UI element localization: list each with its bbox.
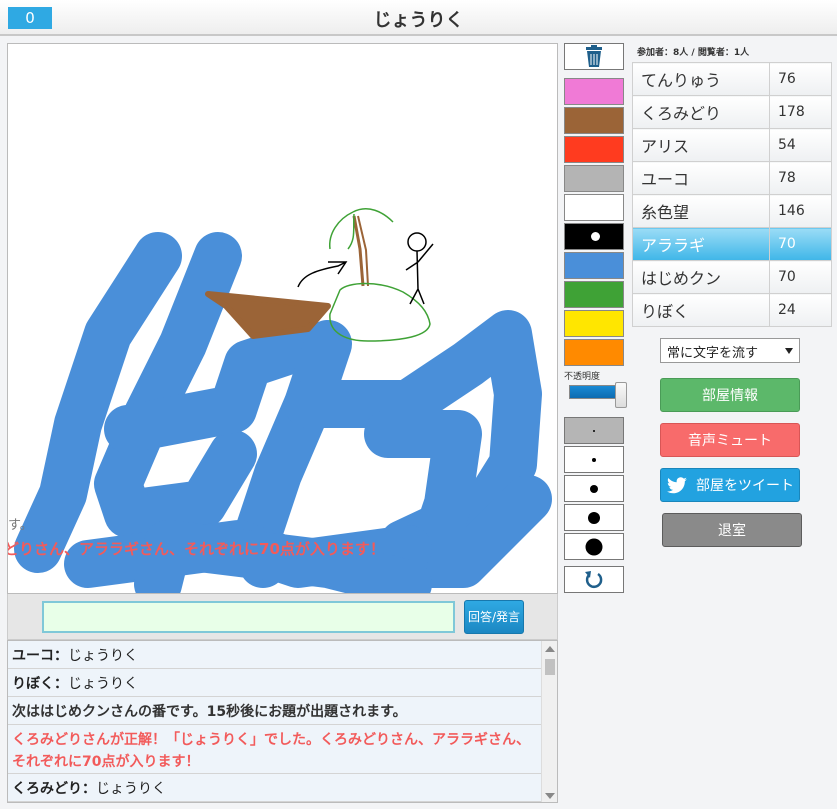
player-name: てんりゅう xyxy=(632,62,770,96)
participants-table: てんりゅう 76 くろみどり 178 アリス 54 ユーコ 78 糸色望 146 アララギ… xyxy=(632,62,832,327)
stroke-brown-trunk xyxy=(352,215,365,287)
page-title: じょうりく xyxy=(373,10,464,31)
player-row: アリス 54 xyxy=(632,128,832,162)
chat-text: じょうりく xyxy=(68,676,138,692)
color-swatch-red[interactable] xyxy=(564,136,624,163)
brush-size-xl[interactable] xyxy=(564,533,624,560)
brush-size-m[interactable] xyxy=(564,475,624,502)
color-swatch-yellow[interactable] xyxy=(564,310,624,337)
player-name: ユーコ xyxy=(632,161,770,195)
system-message: 次ははじめクンさんの番です。15秒後にお題が出題されます。 xyxy=(8,697,541,725)
player-name: くろみどり xyxy=(632,95,770,129)
chat-text: じょうりく xyxy=(96,781,166,797)
color-swatch-green[interactable] xyxy=(564,281,624,308)
player-name: はじめクン xyxy=(632,260,770,294)
brush-size-xs[interactable] xyxy=(564,417,624,444)
twitter-bird-icon xyxy=(667,477,687,494)
correct-answer-message: くろみどりさんが正解！「じょうりく」でした。くろみどりさん、アララギさん、それぞ… xyxy=(8,725,541,774)
chat-log[interactable]: ユーコ：じょうりく りぼく：じょうりく 次ははじめクンさんの番です。15秒後にお… xyxy=(7,640,558,803)
opacity-slider[interactable] xyxy=(569,385,621,399)
player-name: 糸色望 xyxy=(632,194,770,228)
undo-icon xyxy=(585,571,603,589)
opacity-slider-handle[interactable] xyxy=(615,382,627,408)
chat-message: ユーコ：じょうりく xyxy=(8,641,541,669)
brush-dot-icon xyxy=(588,511,600,524)
select-value: 常に文字を流す xyxy=(667,346,759,361)
player-score: 70 xyxy=(769,260,832,294)
brush-size-l[interactable] xyxy=(564,504,624,531)
text-scroll-select[interactable]: 常に文字を流す xyxy=(660,338,800,363)
stroke-brown-boat xyxy=(205,291,331,339)
player-score: 178 xyxy=(769,95,832,129)
brush-dot-icon xyxy=(592,457,596,462)
marquee-text-1: す。 xyxy=(8,518,33,533)
undo-button[interactable] xyxy=(564,566,624,593)
answer-button[interactable]: 回答/発言 xyxy=(464,600,524,634)
player-score: 54 xyxy=(769,128,832,162)
chat-separator: ： xyxy=(82,781,96,797)
tweet-label: 部屋をツイート xyxy=(696,478,794,494)
brush-size-s[interactable] xyxy=(564,446,624,473)
player-row: 糸色望 146 xyxy=(632,194,832,228)
chevron-down-icon xyxy=(785,348,793,354)
brush-dot-icon xyxy=(590,484,598,493)
exit-room-button[interactable]: 退室 xyxy=(662,513,802,547)
color-swatch-orange[interactable] xyxy=(564,339,624,366)
stroke-green-leaf1 xyxy=(329,211,354,250)
color-swatch-brown[interactable] xyxy=(564,107,624,134)
scroll-thumb[interactable] xyxy=(545,659,555,675)
opacity-label: 不透明度 xyxy=(564,372,601,382)
room-info-button[interactable]: 部屋情報 xyxy=(660,378,800,412)
color-swatch-blue[interactable] xyxy=(564,252,624,279)
chat-text: じょうりく xyxy=(68,648,138,664)
player-name: アララギ xyxy=(632,227,770,261)
participants-header: 参加者：8人 / 閲覧者：1人 xyxy=(637,48,750,58)
marquee-text-2: どりさん、アララギさん、それぞれに70点が入ります！ xyxy=(7,540,385,558)
trash-icon xyxy=(586,45,602,67)
player-score: 70 xyxy=(769,227,832,261)
chat-name: くろみどり xyxy=(12,781,82,797)
answer-row: 回答/発言 xyxy=(7,594,558,640)
figure-body xyxy=(405,243,434,305)
chat-separator: ： xyxy=(54,648,68,664)
player-name: りぼく xyxy=(632,293,770,327)
player-row: ユーコ 78 xyxy=(632,161,832,195)
brush-dot-icon xyxy=(585,538,603,555)
chat-scrollbar[interactable] xyxy=(541,641,557,802)
drawing xyxy=(14,208,552,593)
player-score: 146 xyxy=(769,194,832,228)
clear-button[interactable] xyxy=(564,43,624,70)
stroke-black-arrow xyxy=(297,261,348,288)
stroke-green-leaf3 xyxy=(347,213,355,250)
player-score: 76 xyxy=(769,62,832,96)
color-swatch-white[interactable] xyxy=(564,194,624,221)
scroll-down-icon[interactable] xyxy=(545,793,555,799)
drawing-canvas[interactable]: す。 どりさん、アララギさん、それぞれに70点が入ります！ xyxy=(7,43,558,594)
figure-head xyxy=(407,232,427,252)
player-score: 78 xyxy=(769,161,832,195)
scroll-up-icon[interactable] xyxy=(545,646,555,652)
chat-message: りぼく：じょうりく xyxy=(8,669,541,697)
player-row: てんりゅう 76 xyxy=(632,62,832,96)
player-row: りぼく 24 xyxy=(632,293,832,327)
chat-name: ユーコ xyxy=(12,648,54,664)
color-swatch-pink[interactable] xyxy=(564,78,624,105)
player-row: はじめクン 70 xyxy=(632,260,832,294)
player-score: 24 xyxy=(769,293,832,327)
tweet-button[interactable]: 部屋をツイート xyxy=(660,468,800,502)
header-bar: 0 じょうりく xyxy=(0,0,837,36)
color-swatch-gray[interactable] xyxy=(564,165,624,192)
mute-button[interactable]: 音声ミュート xyxy=(660,423,800,457)
player-name: アリス xyxy=(632,128,770,162)
selected-indicator xyxy=(591,232,600,241)
player-row: くろみどり 178 xyxy=(632,95,832,129)
chat-message: くろみどり：じょうりく xyxy=(8,774,541,802)
brush-dot-icon xyxy=(593,429,595,432)
color-swatch-black[interactable] xyxy=(564,223,624,250)
chat-separator: ： xyxy=(54,676,68,692)
player-row-active: アララギ 70 xyxy=(632,227,832,261)
chat-name: りぼく xyxy=(12,676,54,692)
answer-input[interactable] xyxy=(42,601,455,633)
